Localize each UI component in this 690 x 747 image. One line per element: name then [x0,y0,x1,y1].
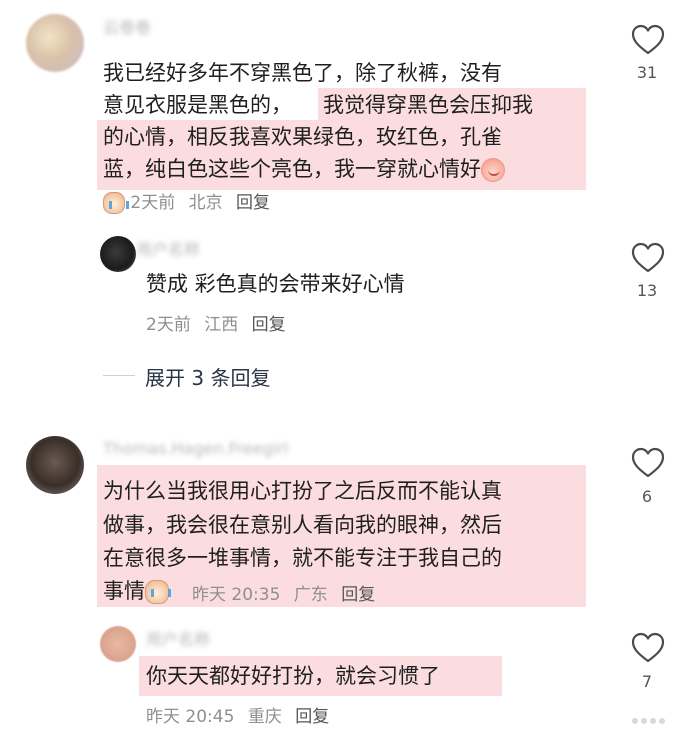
heart-icon[interactable] [631,632,665,664]
comment-text-segment: 蓝，纯白色这些个亮色，我一穿就心情好 [103,157,481,181]
heart-icon[interactable] [631,447,665,479]
comment-text: 为什么当我很用心打扮了之后反而不能认真 [103,479,502,503]
expand-divider [103,375,135,376]
like-count: 31 [636,63,658,82]
comment-text: 做事，我会很在意别人看向我的眼神，然后 [103,513,502,537]
comment-location: 北京 [188,193,223,213]
reply-button[interactable]: 回复 [236,193,270,213]
comment-text: 意见衣服是黑色的， [103,93,292,117]
expand-replies-button[interactable]: 展开 3 条回复 [145,362,270,391]
peach-face-emoji [481,158,505,182]
reply-button[interactable]: 回复 [341,585,375,605]
like-count: 6 [641,487,653,506]
username[interactable]: 云卷卷 [103,14,151,37]
comment-text: 的心情，相反我喜欢果绿色，玫红色，孔雀 [103,125,502,149]
username[interactable]: 用户名称 [136,236,200,259]
comment-time: 2天前 [146,315,191,335]
avatar[interactable] [100,236,136,272]
comment-text: 蓝，纯白色这些个亮色，我一穿就心情好 [103,152,505,186]
comment-meta: 2天前 北京 回复 [103,188,270,214]
avatar[interactable] [26,14,84,72]
avatar[interactable] [26,436,84,494]
comment-time: 昨天 20:35 [192,585,281,605]
comment-location: 广东 [293,585,328,605]
comment-text: 事情 [103,574,171,608]
reply-text: 赞成 彩色真的会带来好心情 [146,272,405,296]
like-count: 7 [641,672,653,691]
comment-location: 江西 [204,315,239,335]
comment-text-segment: 事情 [103,579,145,603]
reply-text: 你天天都好好打扮，就会习惯了 [146,664,440,688]
comment-meta: 昨天 20:35 广东 回复 [192,580,375,605]
heart-icon[interactable] [631,24,665,56]
reply-button[interactable]: 回复 [252,315,286,335]
crying-face-emoji [103,192,129,214]
comment-location: 重庆 [247,707,282,727]
comment-time: 2天前 [130,193,176,213]
comment-text: 我已经好多年不穿黑色了，除了秋裤，没有 [103,61,502,85]
comment-text: 在意很多一堆事情，就不能专注于我自己的 [103,546,502,570]
comment-meta: 昨天 20:45 重庆 回复 [146,702,329,727]
comment-text: 我觉得穿黑色会压抑我 [323,93,533,117]
crying-face-emoji [145,580,171,604]
watermark [632,717,668,725]
avatar[interactable] [100,626,136,662]
reply-button[interactable]: 回复 [295,707,329,727]
username[interactable]: Thomas.Hagen.Freegirl [103,439,288,459]
username[interactable]: 用户名称 [146,626,210,649]
like-count: 13 [636,281,658,300]
heart-icon[interactable] [631,242,665,274]
comment-meta: 2天前 江西 回复 [146,310,286,335]
comment-time: 昨天 20:45 [146,707,235,727]
